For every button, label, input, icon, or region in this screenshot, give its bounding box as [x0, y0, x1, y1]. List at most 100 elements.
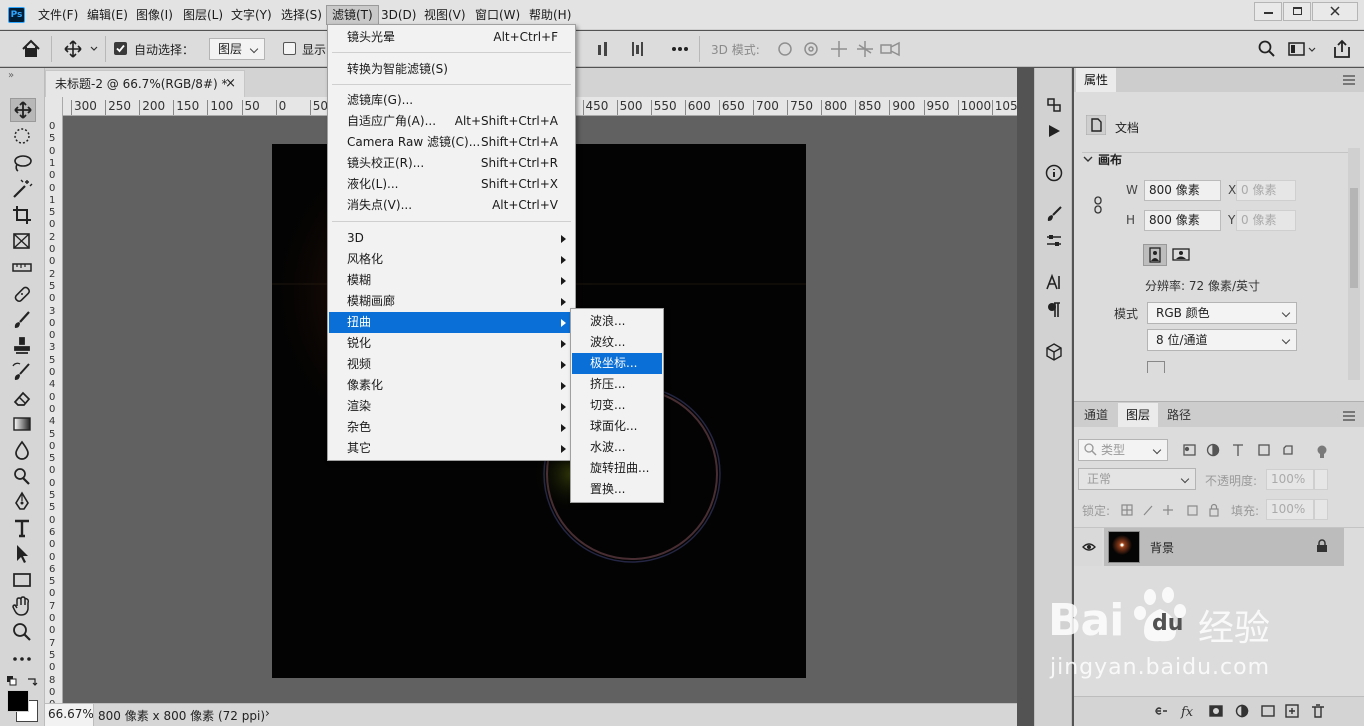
submenu-item-wave[interactable]: 波浪...	[572, 311, 662, 332]
menu-item-blur[interactable]: 模糊	[329, 270, 574, 291]
collapse-icon[interactable]: »	[8, 70, 14, 81]
layers-panel-menu-icon[interactable]	[1342, 410, 1356, 422]
menu-window[interactable]: 窗口(W)	[470, 5, 525, 25]
menu-item-vanishing-point[interactable]: 消失点(V)... Alt+Ctrl+V	[329, 195, 574, 216]
brush-tool-icon[interactable]	[10, 309, 36, 333]
submenu-item-shear[interactable]: 切变...	[572, 395, 662, 416]
auto-select-target-dropdown[interactable]: 图层	[209, 38, 265, 60]
menu-view[interactable]: 视图(V)	[419, 5, 471, 25]
lasso-tool-icon[interactable]	[10, 152, 36, 176]
menu-item-lens-flare[interactable]: 镜头光晕 Alt+Ctrl+F	[329, 27, 574, 48]
hand-tool-icon[interactable]	[10, 595, 36, 619]
menu-item-lens-correction[interactable]: 镜头校正(R)... Shift+Ctrl+R	[329, 153, 574, 174]
tab-layers[interactable]: 图层	[1118, 403, 1159, 427]
menu-edit[interactable]: 编辑(E)	[82, 5, 133, 25]
tab-properties[interactable]: 属性	[1076, 68, 1117, 92]
menu-select[interactable]: 选择(S)	[276, 5, 327, 25]
path-selection-icon[interactable]	[10, 543, 36, 567]
menu-item-other[interactable]: 其它	[329, 438, 574, 459]
opacity-stepper[interactable]	[1314, 469, 1328, 490]
gradient-tool-icon[interactable]	[10, 413, 36, 437]
ruler-tool-icon[interactable]	[10, 257, 36, 281]
lock-icons[interactable]	[1120, 502, 1220, 518]
landscape-orientation-icon[interactable]	[1170, 244, 1194, 266]
clone-stamp-icon[interactable]	[10, 335, 36, 359]
foreground-color-swatch[interactable]	[7, 690, 29, 712]
3d-mode-icons[interactable]	[775, 39, 905, 59]
minimize-button[interactable]	[1254, 2, 1282, 21]
rectangle-tool-icon[interactable]	[10, 569, 36, 593]
menu-item-blur-gallery[interactable]: 模糊画廊	[329, 291, 574, 312]
portrait-orientation-icon[interactable]	[1143, 244, 1167, 266]
marquee-tool-icon[interactable]	[10, 125, 36, 149]
menu-item-filter-gallery[interactable]: 滤镜库(G)...	[329, 90, 574, 111]
submenu-item-pinch[interactable]: 挤压...	[572, 374, 662, 395]
edit-toolbar-icon[interactable]	[10, 648, 36, 672]
move-tool-icon[interactable]	[10, 98, 36, 122]
properties-scrollbar[interactable]	[1348, 148, 1360, 380]
blend-mode-dropdown[interactable]: 正常	[1078, 468, 1196, 490]
move-tool-icon[interactable]	[63, 39, 99, 59]
healing-brush-icon[interactable]	[10, 283, 36, 307]
layer-name[interactable]: 背景	[1150, 539, 1174, 556]
crop-tool-icon[interactable]	[10, 204, 36, 228]
more-options-icon[interactable]	[670, 40, 690, 58]
submenu-item-displace[interactable]: 置换...	[572, 479, 662, 500]
menu-file[interactable]: 文件(F)	[33, 5, 83, 25]
magic-wand-icon[interactable]	[10, 178, 36, 202]
close-tab-icon[interactable]: ×	[225, 71, 236, 97]
search-icon[interactable]	[1258, 40, 1276, 58]
share-icon[interactable]	[1333, 39, 1351, 59]
menu-item-stylize[interactable]: 风格化	[329, 249, 574, 270]
actions-play-icon[interactable]	[1046, 123, 1062, 139]
home-icon[interactable]	[20, 39, 42, 59]
x-input[interactable]: 0 像素	[1236, 180, 1296, 201]
close-window-button[interactable]	[1312, 2, 1358, 21]
layer-visibility-eye-icon[interactable]	[1082, 542, 1096, 552]
menu-image[interactable]: 图像(I)	[131, 5, 178, 25]
submenu-item-zigzag[interactable]: 水波...	[572, 437, 662, 458]
fill-input[interactable]: 100%	[1266, 499, 1314, 520]
menu-item-3d[interactable]: 3D	[329, 228, 574, 249]
menu-help[interactable]: 帮助(H)	[524, 5, 576, 25]
fill-stepper[interactable]	[1314, 499, 1328, 520]
menu-item-adaptive-wide-angle[interactable]: 自适应广角(A)... Alt+Shift+Ctrl+A	[329, 111, 574, 132]
submenu-item-polar-coordinates[interactable]: 极坐标...	[572, 353, 662, 374]
swap-colors-icon[interactable]	[26, 675, 38, 687]
link-dimensions-icon[interactable]	[1092, 196, 1104, 214]
menu-type[interactable]: 文字(Y)	[226, 5, 277, 25]
color-mode-dropdown[interactable]: RGB 颜色	[1147, 302, 1297, 324]
submenu-item-twirl[interactable]: 旋转扭曲...	[572, 458, 662, 479]
info-icon[interactable]	[1045, 164, 1063, 182]
dodge-tool-icon[interactable]	[10, 465, 36, 489]
menu-item-liquify[interactable]: 液化(L)... Shift+Ctrl+X	[329, 174, 574, 195]
menu-item-pixelate[interactable]: 像素化	[329, 375, 574, 396]
layer-filter-dropdown[interactable]: 类型	[1078, 439, 1168, 461]
opacity-input[interactable]: 100%	[1266, 469, 1314, 490]
menu-item-convert-smart-filter[interactable]: 转换为智能滤镜(S)	[329, 59, 574, 80]
menu-item-render[interactable]: 渲染	[329, 396, 574, 417]
adjustments-icon[interactable]	[1045, 232, 1063, 250]
maximize-button[interactable]	[1283, 2, 1311, 21]
pen-tool-icon[interactable]	[10, 491, 36, 515]
document-tab[interactable]: 未标题-2 @ 66.7%(RGB/8#) * ×	[45, 70, 245, 97]
frame-tool-icon[interactable]	[10, 230, 36, 254]
show-transform-checkbox[interactable]	[283, 42, 296, 55]
canvas-collapse-chevron-icon[interactable]	[1082, 153, 1094, 165]
paragraph-icon[interactable]	[1046, 301, 1062, 319]
layer-filter-icons[interactable]	[1182, 442, 1332, 458]
menu-item-noise[interactable]: 杂色	[329, 417, 574, 438]
menu-filter[interactable]: 滤镜(T)	[326, 5, 379, 25]
menu-3d[interactable]: 3D(D)	[376, 5, 421, 25]
layer-row[interactable]: 背景	[1104, 528, 1344, 566]
y-input[interactable]: 0 像素	[1236, 210, 1296, 231]
status-menu-chevron-icon[interactable]: ›	[265, 706, 270, 720]
menu-layer[interactable]: 图层(L)	[178, 5, 228, 25]
distribute-icons[interactable]	[596, 40, 646, 58]
default-colors-icon[interactable]	[7, 676, 17, 686]
zoom-level-field[interactable]: 66.67%	[45, 704, 94, 726]
eraser-tool-icon[interactable]	[10, 387, 36, 411]
history-brush-icon[interactable]	[10, 361, 36, 385]
zoom-tool-icon[interactable]	[10, 621, 36, 645]
panel-menu-icon[interactable]	[1342, 74, 1356, 86]
